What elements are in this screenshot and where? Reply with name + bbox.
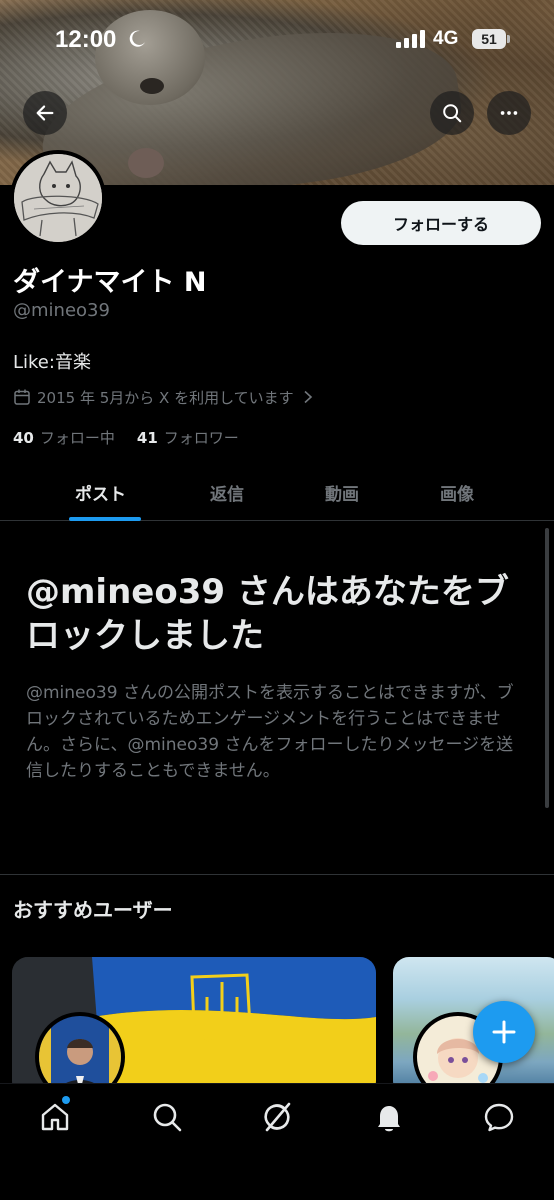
- profile-avatar[interactable]: [10, 150, 106, 246]
- section-divider: [0, 874, 554, 875]
- battery-tip: [507, 35, 510, 43]
- active-tab-indicator: [69, 517, 141, 521]
- status-time: 12:00: [55, 26, 117, 53]
- suggested-users-title: おすすめユーザー: [13, 898, 173, 922]
- calendar-icon: [14, 389, 30, 405]
- tab-videos[interactable]: 動画: [325, 480, 359, 505]
- home-icon: [41, 1103, 69, 1131]
- search-icon: [153, 1103, 182, 1132]
- cat-sketch-icon: [14, 154, 102, 242]
- tab-replies[interactable]: 返信: [210, 480, 244, 505]
- bell-icon: [378, 1106, 400, 1132]
- grok-icon: [264, 1102, 291, 1132]
- notification-dot: [62, 1096, 70, 1104]
- blocked-description: @mineo39 さんの公開ポストを表示することはできますが、ブロックされている…: [26, 683, 514, 781]
- banner-otter-paw: [128, 148, 164, 178]
- following-link[interactable]: 40 フォロー中: [13, 427, 115, 448]
- back-button[interactable]: [23, 91, 67, 135]
- plus-icon: [492, 1020, 516, 1044]
- followers-count: 41: [136, 429, 158, 447]
- user-bio: Like:音楽: [13, 352, 91, 373]
- bottom-navigation: [0, 1083, 554, 1200]
- nav-messages[interactable]: [482, 1100, 516, 1134]
- joined-text: 2015 年 5月から X を利用しています: [37, 388, 294, 407]
- scrollbar[interactable]: [545, 528, 549, 808]
- banner-otter-nose: [140, 78, 164, 94]
- user-handle: @mineo39: [13, 300, 110, 321]
- nav-search[interactable]: [150, 1100, 184, 1134]
- network-type: 4G: [433, 28, 459, 49]
- status-bar: 12:00 4G 51: [0, 22, 554, 62]
- profile-tabs: ポスト 返信 動画 画像: [0, 466, 554, 521]
- following-count: 40: [13, 429, 34, 447]
- search-icon: [443, 104, 462, 123]
- cellular-signal-icon: [396, 30, 425, 48]
- arrow-left-icon: [36, 105, 54, 121]
- followers-label: フォロワー: [163, 429, 239, 447]
- blocked-title: @mineo39 さんはあなたをブロックしました: [26, 572, 509, 656]
- message-icon: [484, 1103, 514, 1132]
- chevron-right-icon: [304, 390, 312, 404]
- follow-counts: 40 フォロー中 41 フォロワー: [13, 427, 239, 448]
- followers-link[interactable]: 41 フォロワー: [137, 427, 239, 448]
- tab-posts[interactable]: ポスト: [75, 480, 126, 505]
- follow-button[interactable]: フォローする: [341, 201, 541, 245]
- avatar-image: [14, 154, 102, 242]
- following-label: フォロー中: [39, 429, 115, 447]
- nav-grok[interactable]: [260, 1100, 294, 1134]
- battery-icon: 51: [472, 29, 506, 49]
- more-horizontal-icon: [500, 111, 518, 115]
- tab-images[interactable]: 画像: [440, 480, 474, 505]
- display-name: ダイナマイト N: [13, 267, 207, 298]
- search-button[interactable]: [430, 91, 474, 135]
- moon-icon: [129, 30, 145, 47]
- more-button[interactable]: [487, 91, 531, 135]
- compose-post-button[interactable]: [473, 1001, 535, 1063]
- nav-notifications[interactable]: [372, 1100, 406, 1134]
- nav-home[interactable]: [38, 1100, 72, 1134]
- joined-date[interactable]: 2015 年 5月から X を利用しています: [13, 386, 320, 408]
